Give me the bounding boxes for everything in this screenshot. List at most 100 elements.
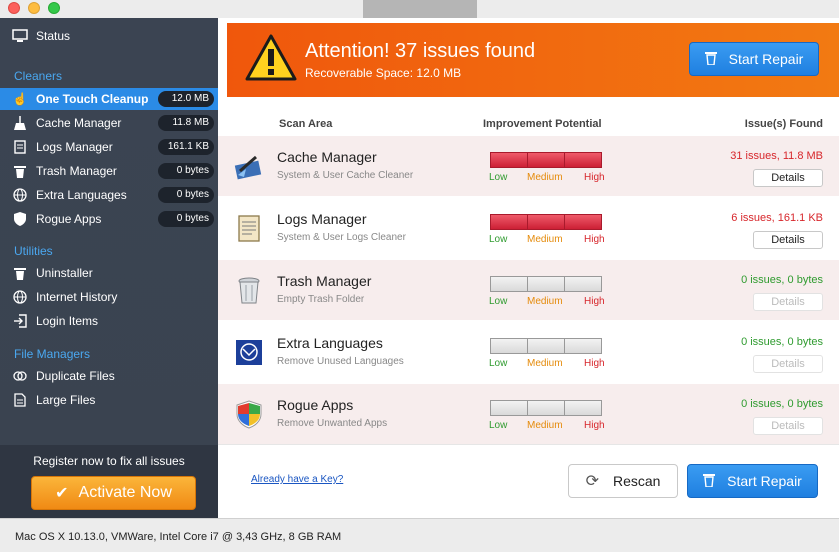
close-window-button[interactable] — [8, 2, 20, 14]
header-improvement: Improvement Potential — [483, 118, 602, 130]
start-repair-button-top[interactable]: Start Repair — [689, 42, 819, 76]
trash-icon — [704, 51, 717, 68]
sidebar-item-label: Extra Languages — [36, 188, 127, 202]
section-cleaners: Cleaners — [14, 69, 63, 83]
sidebar-item-label: One Touch Cleanup — [36, 92, 149, 106]
level-high: High — [584, 172, 605, 183]
sidebar-item-rogue-apps[interactable]: Rogue Apps 0 bytes — [0, 208, 218, 230]
start-repair-label: Start Repair — [727, 473, 802, 489]
level-low: Low — [489, 296, 508, 307]
zoom-window-button[interactable] — [48, 2, 60, 14]
issues-found: 0 issues, 0 bytes — [741, 398, 823, 410]
sidebar: Status Cleaners ☝ One Touch Cleanup 12.0… — [0, 18, 218, 518]
hand-pointer-icon: ☝ — [12, 92, 28, 106]
level-medium: Medium — [527, 296, 563, 307]
activate-now-button[interactable]: ✔ Activate Now — [31, 476, 196, 510]
sidebar-item-label: Cache Manager — [36, 116, 122, 130]
level-low: Low — [489, 358, 508, 369]
issues-found: 0 issues, 0 bytes — [741, 336, 823, 348]
improvement-meter — [490, 400, 602, 416]
sidebar-item-login-items[interactable]: Login Items — [0, 310, 218, 332]
trash-can-icon — [238, 277, 260, 304]
details-button[interactable]: Details — [753, 355, 823, 373]
banner-subtitle: Recoverable Space: 12.0 MB — [305, 66, 462, 80]
document-icon — [12, 139, 28, 155]
sidebar-item-label: Login Items — [36, 314, 99, 328]
section-file-managers: File Managers — [14, 347, 91, 361]
level-low: Low — [489, 420, 508, 431]
details-button[interactable]: Details — [753, 169, 823, 187]
level-high: High — [584, 358, 605, 369]
header-scan-area: Scan Area — [279, 118, 333, 130]
details-button[interactable]: Details — [753, 231, 823, 249]
sidebar-item-label: Logs Manager — [36, 140, 113, 154]
already-have-key-link[interactable]: Already have a Key? — [251, 474, 343, 485]
trash-icon — [703, 473, 716, 490]
level-low: Low — [489, 234, 508, 245]
sidebar-item-uninstaller[interactable]: Uninstaller — [0, 262, 218, 284]
divider — [218, 444, 839, 445]
row-name: Trash Manager — [277, 273, 372, 289]
level-medium: Medium — [527, 420, 563, 431]
banner-title: Attention! 37 issues found — [305, 40, 536, 62]
size-badge: 0 bytes — [158, 187, 214, 203]
sidebar-item-label: Large Files — [36, 393, 96, 407]
issues-found: 6 issues, 161.1 KB — [731, 212, 823, 224]
globe-icon — [12, 289, 28, 305]
register-text: Register now to fix all issues — [33, 454, 185, 468]
status-bar: Mac OS X 10.13.0, VMWare, Intel Core i7 … — [0, 518, 839, 552]
issues-found: 0 issues, 0 bytes — [741, 274, 823, 286]
sidebar-item-extra-languages[interactable]: Extra Languages 0 bytes — [0, 184, 218, 206]
row-description: Remove Unused Languages — [277, 356, 404, 367]
minimize-window-button[interactable] — [28, 2, 40, 14]
table-row: Logs Manager System & User Logs Cleaner … — [218, 198, 839, 258]
sidebar-item-label: Status — [36, 29, 71, 43]
sidebar-item-logs-manager[interactable]: Logs Manager 161.1 KB — [0, 136, 218, 158]
header-issues: Issue(s) Found — [744, 118, 823, 130]
cache-manager-icon — [234, 155, 262, 180]
level-medium: Medium — [527, 358, 563, 369]
title-tab — [363, 0, 477, 18]
level-high: High — [584, 234, 605, 245]
monitor-icon — [12, 28, 28, 44]
warning-icon — [245, 34, 297, 81]
rescan-button[interactable]: ⟳ Rescan — [568, 464, 678, 498]
shield-icon — [12, 211, 28, 227]
title-bar — [0, 0, 839, 18]
logs-manager-icon — [238, 215, 260, 242]
table-row: Trash Manager Empty Trash Folder Low Med… — [218, 260, 839, 320]
checkmark-icon: ✔ — [55, 485, 69, 502]
row-description: Remove Unwanted Apps — [277, 418, 388, 429]
sidebar-item-cache-manager[interactable]: Cache Manager 11.8 MB — [0, 112, 218, 134]
row-name: Logs Manager — [277, 211, 367, 227]
size-badge: 0 bytes — [158, 211, 214, 227]
sidebar-item-duplicate-files[interactable]: Duplicate Files — [0, 365, 218, 387]
details-button[interactable]: Details — [753, 417, 823, 435]
start-repair-button-bottom[interactable]: Start Repair — [687, 464, 818, 498]
sidebar-item-large-files[interactable]: Large Files — [0, 389, 218, 411]
sidebar-item-internet-history[interactable]: Internet History — [0, 286, 218, 308]
details-button[interactable]: Details — [753, 293, 823, 311]
level-low: Low — [489, 172, 508, 183]
sidebar-item-one-touch-cleanup[interactable]: ☝ One Touch Cleanup 12.0 MB — [0, 88, 218, 110]
rescan-label: Rescan — [612, 473, 661, 489]
broom-icon — [12, 115, 28, 131]
login-icon — [12, 313, 28, 329]
level-high: High — [584, 420, 605, 431]
sidebar-item-trash-manager[interactable]: Trash Manager 0 bytes — [0, 160, 218, 182]
size-badge: 12.0 MB — [158, 91, 214, 107]
table-row: Cache Manager System & User Cache Cleane… — [218, 136, 839, 196]
row-description: System & User Logs Cleaner — [277, 232, 406, 243]
rogue-apps-shield-icon — [236, 400, 262, 429]
improvement-meter — [490, 214, 602, 230]
extra-languages-icon — [236, 340, 262, 365]
register-panel: Register now to fix all issues ✔ Activat… — [0, 445, 218, 518]
sidebar-item-status[interactable]: Status — [0, 25, 218, 47]
sidebar-item-label: Internet History — [36, 290, 118, 304]
level-medium: Medium — [527, 172, 563, 183]
size-badge: 0 bytes — [158, 163, 214, 179]
row-name: Cache Manager — [277, 149, 377, 165]
improvement-meter — [490, 338, 602, 354]
sidebar-item-label: Rogue Apps — [36, 212, 102, 226]
size-badge: 161.1 KB — [158, 139, 214, 155]
